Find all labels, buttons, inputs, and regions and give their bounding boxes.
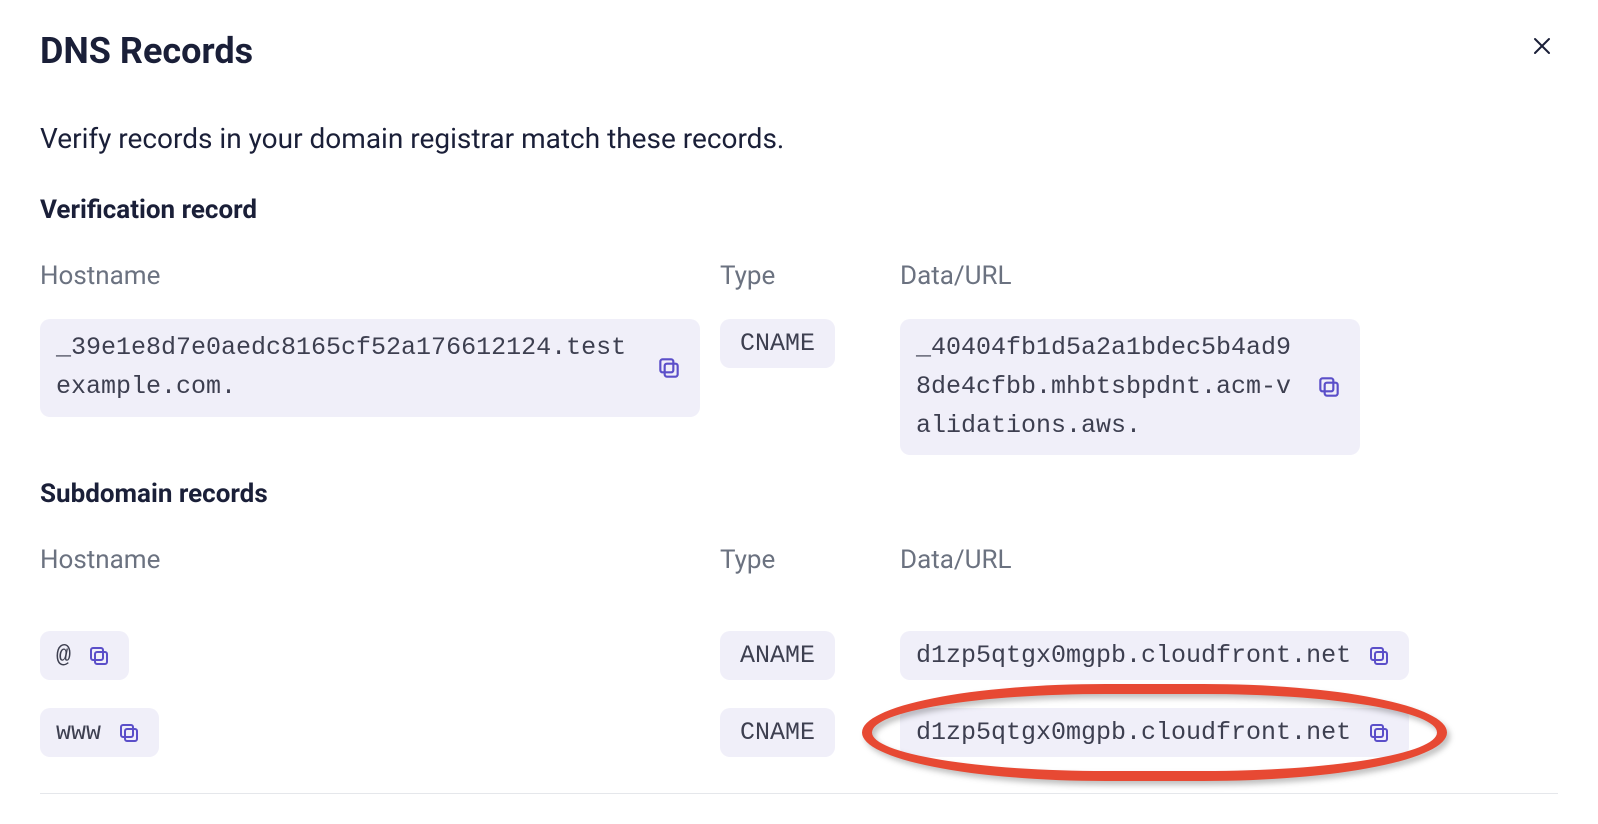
verification-heading: Verification record	[40, 195, 1558, 225]
verification-data: _40404fb1d5a2a1bdec5b4ad98de4cfbb.mhbtsb…	[916, 329, 1300, 445]
subdomain-hostname-pill: www	[40, 708, 159, 757]
copy-icon	[1367, 721, 1391, 745]
subdomain-hostname: @	[56, 641, 71, 670]
col-header-hostname-sub: Hostname	[40, 545, 720, 575]
subdomain-row: www CNAME d1zp5qtgx0mgpb.cloudfront.net	[40, 708, 1558, 757]
copy-subdomain-hostname-button[interactable]	[115, 719, 143, 747]
subdomain-hostname: www	[56, 718, 101, 747]
copy-icon	[1316, 374, 1342, 400]
close-icon	[1530, 34, 1554, 58]
close-button[interactable]	[1526, 30, 1558, 65]
verification-hostname: _39e1e8d7e0aedc8165cf52a176612124.testex…	[56, 329, 640, 407]
page-title: DNS Records	[40, 30, 253, 72]
copy-icon	[1367, 644, 1391, 668]
col-header-data: Data/URL	[900, 261, 1558, 291]
subdomain-data-pill: d1zp5qtgx0mgpb.cloudfront.net	[900, 631, 1409, 680]
subdomain-data: d1zp5qtgx0mgpb.cloudfront.net	[916, 718, 1351, 747]
copy-icon	[656, 355, 682, 381]
subdomain-row: @ ANAME d1zp5qtgx0mgpb.cloudfront.net	[40, 631, 1558, 680]
copy-icon	[87, 644, 111, 668]
divider	[40, 793, 1558, 794]
verification-data-pill: _40404fb1d5a2a1bdec5b4ad98de4cfbb.mhbtsb…	[900, 319, 1360, 455]
copy-subdomain-data-button[interactable]	[1365, 642, 1393, 670]
subdomain-heading: Subdomain records	[40, 479, 1558, 509]
intro-text: Verify records in your domain registrar …	[40, 122, 1558, 155]
copy-subdomain-data-button[interactable]	[1365, 719, 1393, 747]
subdomain-type: CNAME	[720, 708, 835, 757]
col-header-type-sub: Type	[720, 545, 900, 575]
subdomain-type: ANAME	[720, 631, 835, 680]
subdomain-data-pill: d1zp5qtgx0mgpb.cloudfront.net	[900, 708, 1409, 757]
copy-icon	[117, 721, 141, 745]
col-header-hostname: Hostname	[40, 261, 720, 291]
verification-type: CNAME	[720, 319, 835, 368]
col-header-data-sub: Data/URL	[900, 545, 1558, 575]
copy-verification-hostname-button[interactable]	[654, 353, 684, 383]
verification-hostname-pill: _39e1e8d7e0aedc8165cf52a176612124.testex…	[40, 319, 700, 417]
copy-subdomain-hostname-button[interactable]	[85, 642, 113, 670]
subdomain-hostname-pill: @	[40, 631, 129, 680]
col-header-type: Type	[720, 261, 900, 291]
copy-verification-data-button[interactable]	[1314, 372, 1344, 402]
subdomain-data: d1zp5qtgx0mgpb.cloudfront.net	[916, 641, 1351, 670]
highlighted-data-wrap: d1zp5qtgx0mgpb.cloudfront.net	[900, 708, 1409, 757]
